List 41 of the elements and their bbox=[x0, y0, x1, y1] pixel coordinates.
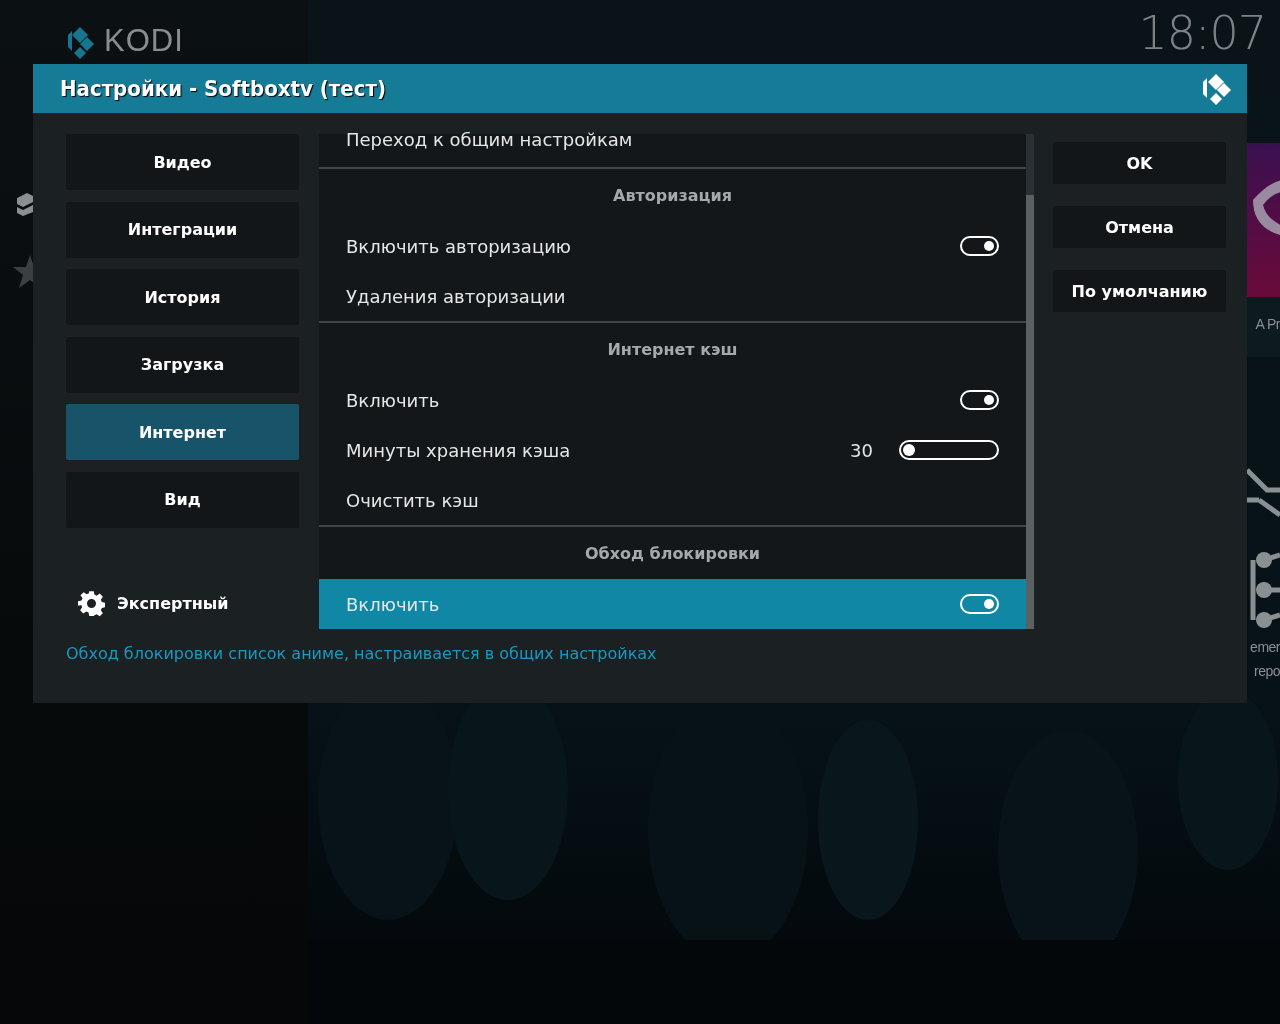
group-heading: Обход блокировки bbox=[583, 542, 762, 565]
category-tab[interactable]: Интернет bbox=[66, 404, 299, 461]
setting-label: Включить авторизацию bbox=[346, 235, 572, 257]
setting-label: Минуты хранения кэша bbox=[346, 439, 572, 461]
setting-description: Обход блокировки список аниме, настраивается в общих настройках bbox=[66, 644, 658, 663]
group-heading: Интернет кэш bbox=[606, 338, 739, 361]
setting-row[interactable]: Включить авторизацию bbox=[319, 221, 1026, 271]
setting-label: Включить bbox=[346, 593, 441, 615]
setting-label: Включить bbox=[346, 389, 441, 411]
tile-label: emer bbox=[1250, 639, 1280, 655]
dialog-button[interactable]: Отмена bbox=[1053, 206, 1226, 248]
category-tab[interactable]: История bbox=[66, 269, 299, 326]
setting-row[interactable]: Минуты хранения кэша 30 bbox=[319, 425, 1026, 475]
toggle-switch[interactable] bbox=[960, 236, 999, 256]
slider-thumb[interactable] bbox=[903, 444, 915, 456]
setting-row[interactable]: Очистить кэш bbox=[319, 475, 1026, 525]
clock: 18:07 bbox=[1138, 6, 1266, 60]
dialog-button[interactable]: OK bbox=[1053, 142, 1226, 184]
category-tab[interactable]: Вид bbox=[66, 471, 299, 528]
slider-track[interactable] bbox=[899, 440, 999, 460]
category-tab[interactable]: Интеграции bbox=[66, 201, 299, 258]
setting-row[interactable]: Удаления авторизации bbox=[319, 271, 1026, 321]
scrollbar[interactable] bbox=[1026, 134, 1034, 629]
group-heading: Авторизация bbox=[612, 184, 733, 207]
setting-label: Очистить кэш bbox=[346, 489, 480, 511]
setting-label: Удаления авторизации bbox=[346, 285, 567, 307]
toggle-switch[interactable] bbox=[960, 390, 999, 410]
setting-row[interactable]: Включить bbox=[319, 375, 1026, 425]
settings-level-button[interactable]: Экспертный bbox=[78, 589, 229, 617]
tile-label: A Pr bbox=[1255, 316, 1280, 332]
toggle-switch[interactable] bbox=[960, 594, 999, 614]
tile-label: repo bbox=[1253, 663, 1280, 679]
dialog-title: Настройки - Softboxtv (тест) bbox=[60, 76, 386, 101]
category-tab[interactable]: Видео bbox=[66, 134, 299, 190]
settings-icon bbox=[78, 589, 105, 617]
star-icon bbox=[13, 255, 33, 289]
setting-value: 30 bbox=[850, 439, 873, 461]
kodi-logo-text: KODI bbox=[104, 23, 184, 59]
dialog-button[interactable]: По умолчанию bbox=[1053, 270, 1226, 312]
category-tab[interactable]: Загрузка bbox=[66, 336, 299, 393]
box-icon bbox=[15, 190, 33, 216]
